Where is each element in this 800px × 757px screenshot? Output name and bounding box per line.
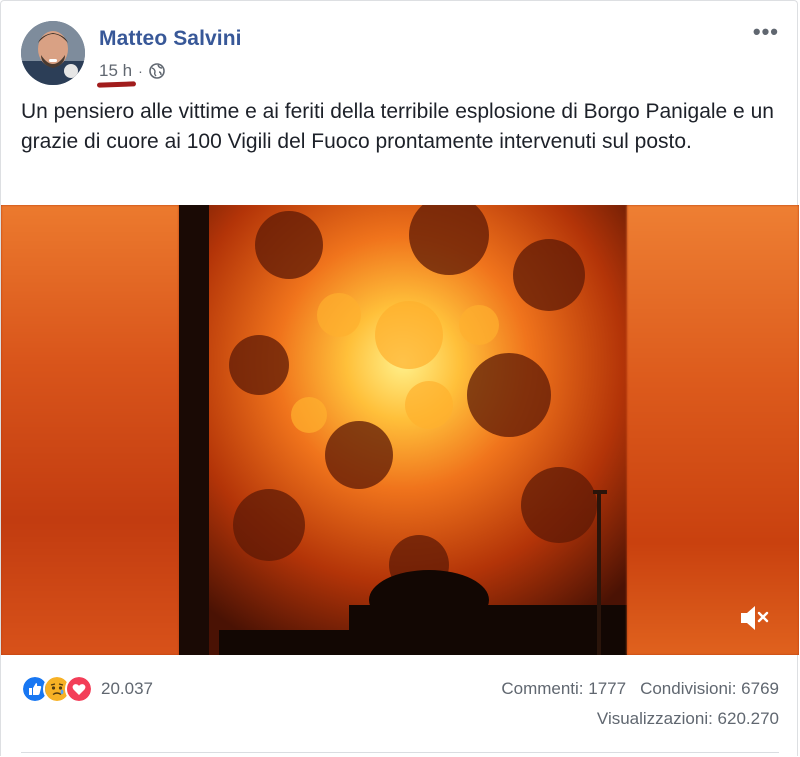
globe-icon[interactable] <box>148 63 165 79</box>
author-name[interactable]: Matteo Salvini <box>99 27 242 51</box>
red-underline-mark <box>96 81 137 88</box>
love-icon <box>65 675 93 703</box>
reactions-summary[interactable]: 20.037 <box>21 675 153 703</box>
video-blur-right <box>627 205 799 655</box>
post-header: Matteo Salvini 15 h · ••• <box>21 21 781 88</box>
video-frame[interactable] <box>179 205 627 655</box>
speaker-muted-icon[interactable] <box>737 601 771 635</box>
post-card: Matteo Salvini 15 h · ••• Un pensiero al… <box>0 0 799 757</box>
more-options-icon[interactable]: ••• <box>753 21 779 43</box>
views-count: Visualizzazioni: 620.270 <box>596 709 779 728</box>
post-timestamp-text: 15 h <box>99 61 133 80</box>
comments-count[interactable]: Commenti: 1777 <box>501 679 626 699</box>
engagement-stats: Commenti: 1777 Condivisioni: 6769 <box>501 679 779 699</box>
footer-divider <box>21 752 779 753</box>
avatar[interactable] <box>21 21 85 85</box>
post-footer: 20.037 Commenti: 1777 Condivisioni: 6769… <box>1 655 799 757</box>
video-player[interactable] <box>1 205 799 655</box>
reaction-count: 20.037 <box>101 679 153 698</box>
post-meta: 15 h · <box>96 61 165 88</box>
post-timestamp[interactable]: 15 h <box>96 61 137 88</box>
video-blur-left <box>1 205 179 655</box>
shares-count[interactable]: Condivisioni: 6769 <box>640 679 779 699</box>
meta-separator: · <box>138 63 143 79</box>
post-text: Un pensiero alle vittime e ai feriti del… <box>21 100 774 153</box>
